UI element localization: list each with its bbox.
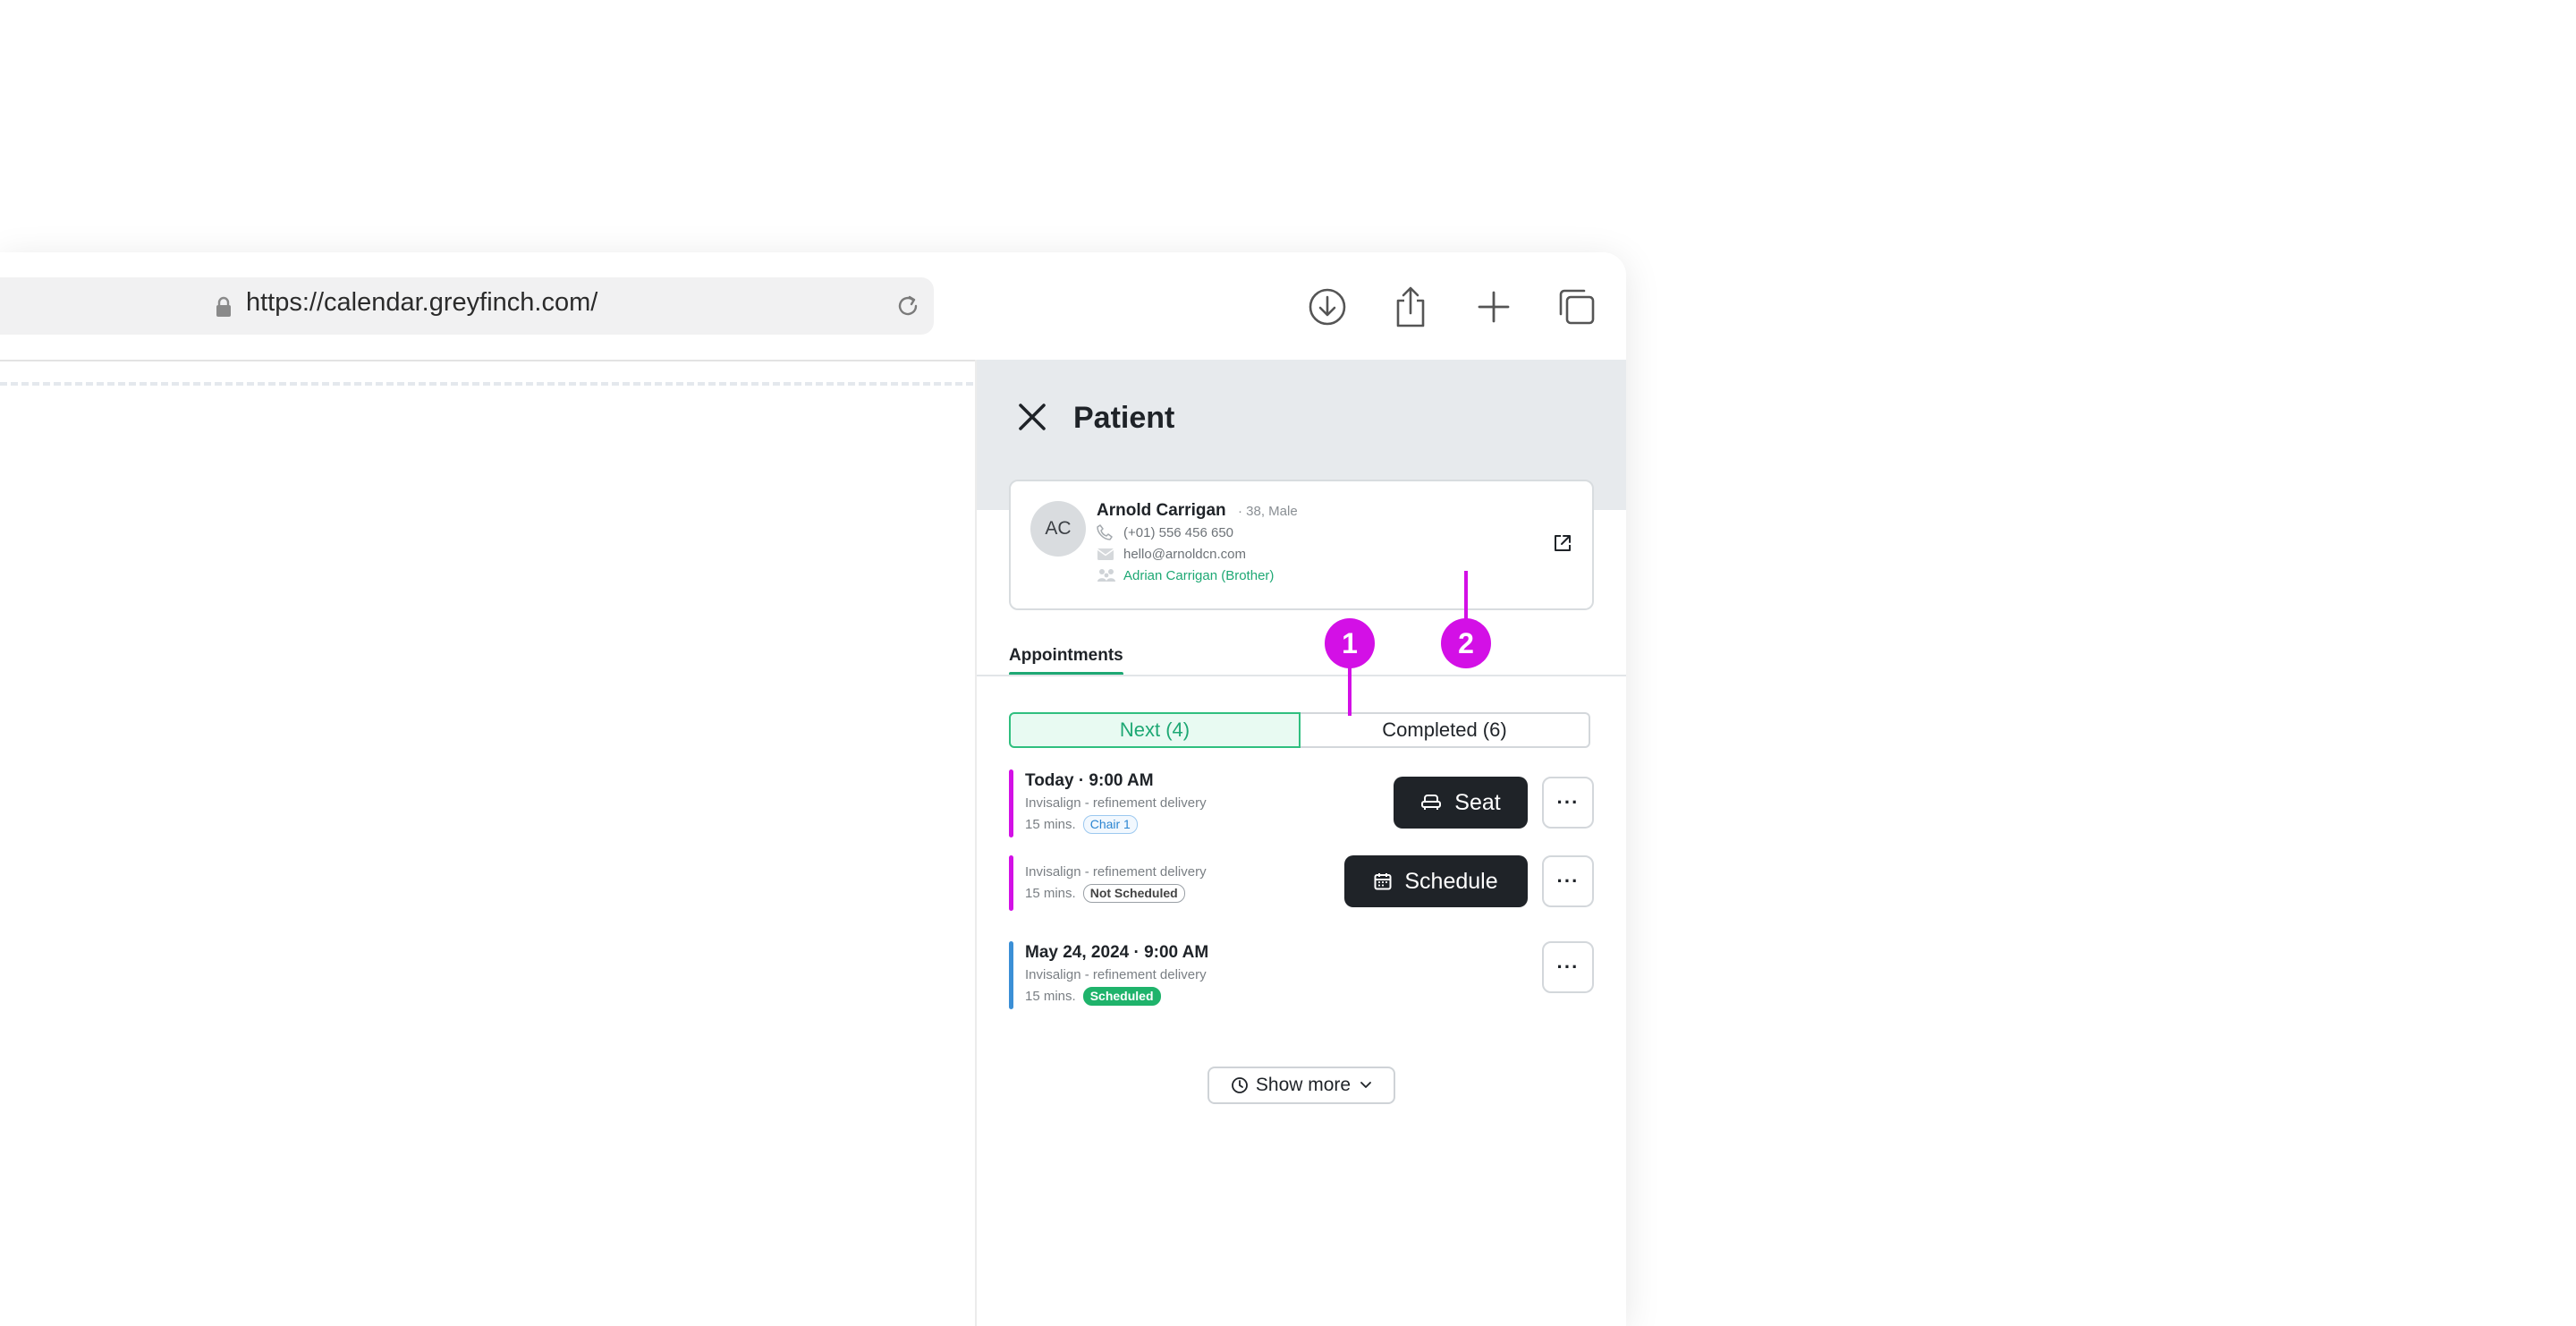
family-icon [1097, 567, 1116, 583]
appointment-item[interactable]: Invisalign - refinement delivery 15 mins… [1009, 855, 1594, 911]
annotation-line-2 [1464, 571, 1468, 621]
appointment-duration: 15 mins. [1025, 989, 1076, 1004]
external-link-icon[interactable] [1553, 533, 1572, 553]
appointment-duration-row: 15 mins. Chair 1 [1025, 815, 1138, 834]
appointment-more-button[interactable]: ··· [1542, 855, 1594, 907]
annotation-line-1 [1348, 664, 1352, 716]
appointment-more-button[interactable]: ··· [1542, 941, 1594, 993]
patient-age-sex: · 38, Male [1238, 504, 1298, 519]
schedule-button-label: Schedule [1404, 868, 1498, 894]
appointment-item[interactable]: Today · 9:00 AM Invisalign - refinement … [1009, 769, 1594, 837]
appointment-color-bar [1009, 855, 1013, 911]
seat-button-label: Seat [1454, 789, 1501, 815]
calendar-divider [0, 382, 984, 386]
download-icon[interactable] [1303, 283, 1352, 331]
show-more-label: Show more [1255, 1075, 1352, 1095]
appointment-date: Today · 9:00 AM [1025, 771, 1154, 790]
patient-name: Arnold Carrigan [1097, 501, 1226, 520]
segment-next[interactable]: Next (4) [1009, 712, 1301, 748]
chair-icon [1421, 795, 1442, 810]
tab-appointments[interactable]: Appointments [1009, 646, 1123, 666]
appointment-date: May 24, 2024 · 9:00 AM [1025, 943, 1209, 962]
chevron-down-icon [1360, 1082, 1372, 1088]
appointment-duration-row: 15 mins. Scheduled [1025, 987, 1161, 1006]
mail-icon [1097, 546, 1116, 562]
status-badge: Scheduled [1082, 987, 1161, 1006]
tab-divider [977, 675, 1626, 676]
appointment-color-bar [1009, 941, 1013, 1009]
url-text[interactable]: https://calendar.greyfinch.com/ [246, 288, 597, 318]
clock-icon [1231, 1077, 1248, 1093]
patient-panel: Patient AC Arnold Carrigan · 38, Male (+… [975, 360, 1626, 1326]
annotation-marker-2: 2 [1441, 618, 1491, 668]
patient-relation-row: Adrian Carrigan (Brother) [1097, 567, 1274, 583]
appointment-description: Invisalign - refinement delivery [1025, 967, 1207, 982]
appointment-duration-row: 15 mins. Not Scheduled [1025, 884, 1185, 903]
close-icon[interactable] [1013, 397, 1052, 437]
seat-button[interactable]: Seat [1394, 777, 1528, 829]
browser-toolbar: https://calendar.greyfinch.com/ [0, 252, 1626, 361]
new-tab-plus-icon[interactable] [1470, 283, 1518, 331]
reload-icon[interactable] [894, 293, 921, 319]
appointment-description: Invisalign - refinement delivery [1025, 864, 1207, 880]
segment-completed[interactable]: Completed (6) [1301, 712, 1590, 748]
patient-phone: (+01) 556 456 650 [1123, 524, 1234, 540]
appointment-item[interactable]: May 24, 2024 · 9:00 AM Invisalign - refi… [1009, 941, 1594, 1009]
calendar-icon [1374, 873, 1392, 890]
appointment-more-button[interactable]: ··· [1542, 777, 1594, 829]
annotation-marker-1: 1 [1325, 618, 1375, 668]
appointment-filter: Next (4) Completed (6) [1009, 712, 1590, 748]
patient-relation[interactable]: Adrian Carrigan (Brother) [1123, 568, 1274, 583]
lock-icon [216, 296, 231, 317]
appointment-description: Invisalign - refinement delivery [1025, 795, 1207, 811]
chair-badge: Chair 1 [1082, 815, 1138, 834]
patient-card[interactable]: AC Arnold Carrigan · 38, Male (+01) 556 … [1009, 480, 1594, 610]
avatar: AC [1030, 501, 1086, 557]
phone-icon [1097, 524, 1116, 540]
address-bar[interactable]: https://calendar.greyfinch.com/ [0, 277, 934, 335]
patient-email-row: hello@arnoldcn.com [1097, 546, 1246, 562]
patient-email: hello@arnoldcn.com [1123, 546, 1246, 562]
show-more-button[interactable]: Show more [1208, 1067, 1395, 1104]
patient-phone-row: (+01) 556 456 650 [1097, 524, 1233, 540]
appointment-duration: 15 mins. [1025, 886, 1076, 901]
panel-title: Patient [1073, 401, 1175, 435]
appointment-duration: 15 mins. [1025, 817, 1076, 832]
browser-window: https://calendar.greyfinch.com/ Patient … [0, 252, 1626, 1326]
share-icon[interactable] [1386, 283, 1435, 331]
appointment-color-bar [1009, 769, 1013, 837]
schedule-button[interactable]: Schedule [1344, 855, 1528, 907]
status-badge: Not Scheduled [1082, 884, 1185, 903]
tabs-overview-icon[interactable] [1553, 283, 1601, 331]
